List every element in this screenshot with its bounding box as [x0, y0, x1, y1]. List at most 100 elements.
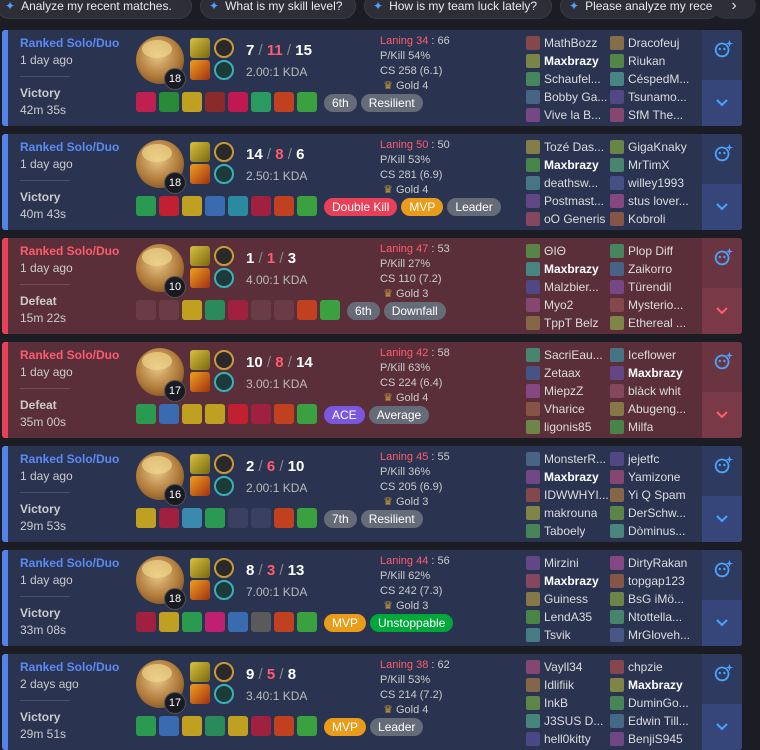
item-icon[interactable]	[274, 196, 294, 216]
summoner-spell-icon[interactable]	[190, 684, 210, 704]
player-row[interactable]: Riukan	[610, 52, 694, 70]
item-icon[interactable]	[228, 92, 248, 112]
player-row[interactable]: Maxbrazy	[526, 156, 610, 174]
match-card[interactable]: Ranked Solo/Duo 1 day ago Victory 40m 43s 18…	[2, 134, 742, 230]
player-row[interactable]: Tozé Das...	[526, 138, 610, 156]
summoner-spell-icon[interactable]	[190, 38, 210, 58]
item-icon[interactable]	[228, 612, 248, 632]
player-row[interactable]: MonsterR...	[526, 450, 610, 468]
player-row[interactable]: Vharice	[526, 400, 610, 418]
item-icon[interactable]	[136, 508, 156, 528]
item-icon[interactable]	[182, 612, 202, 632]
player-row[interactable]: Mirzini	[526, 554, 610, 572]
player-row[interactable]: Tsunamo...	[610, 88, 694, 106]
match-card[interactable]: Ranked Solo/Duo 2 days ago Victory 29m 51s 1…	[2, 654, 742, 750]
summoner-spell-icon[interactable]	[190, 60, 210, 80]
player-row[interactable]: DirtyRakan	[610, 554, 694, 572]
player-row[interactable]: Schaufel...	[526, 70, 610, 88]
player-row[interactable]: CéspedM...	[610, 70, 694, 88]
ai-analyze-icon[interactable]	[712, 246, 734, 268]
ai-analyze-icon[interactable]	[712, 38, 734, 60]
player-row[interactable]: Zetaax	[526, 364, 610, 382]
expand-button[interactable]	[702, 392, 742, 438]
item-icon[interactable]	[159, 716, 179, 736]
item-icon[interactable]	[182, 404, 202, 424]
player-row[interactable]: Yi Q Spam	[610, 486, 694, 504]
item-icon[interactable]	[297, 404, 317, 424]
primary-rune-icon[interactable]	[214, 142, 234, 162]
player-row[interactable]: DuminGo...	[610, 694, 694, 712]
item-icon[interactable]	[205, 92, 225, 112]
item-icon[interactable]	[274, 612, 294, 632]
match-card[interactable]: Ranked Solo/Duo 1 day ago Victory 42m 35s 18…	[2, 30, 742, 126]
item-icon[interactable]	[205, 196, 225, 216]
player-row[interactable]: topgap123	[610, 572, 694, 590]
player-row[interactable]: oO Generis	[526, 210, 610, 228]
expand-button[interactable]	[702, 496, 742, 542]
summoner-spell-icon[interactable]	[190, 476, 210, 496]
secondary-rune-icon[interactable]	[214, 60, 234, 80]
expand-button[interactable]	[702, 704, 742, 750]
player-row[interactable]: Postmast...	[526, 192, 610, 210]
item-icon[interactable]	[251, 92, 271, 112]
summoner-spell-icon[interactable]	[190, 268, 210, 288]
summoner-spell-icon[interactable]	[190, 246, 210, 266]
ai-analyze-icon[interactable]	[712, 350, 734, 372]
summoner-spell-icon[interactable]	[190, 662, 210, 682]
item-icon[interactable]	[297, 196, 317, 216]
player-row[interactable]: ΘΙΘ	[526, 242, 610, 260]
item-icon[interactable]	[297, 716, 317, 736]
player-row[interactable]: stus lover...	[610, 192, 694, 210]
item-icon[interactable]	[159, 612, 179, 632]
expand-button[interactable]	[702, 288, 742, 334]
player-row[interactable]: jejetfc	[610, 450, 694, 468]
item-icon[interactable]	[251, 612, 271, 632]
player-row[interactable]: Vive la B...	[526, 106, 610, 124]
player-row[interactable]: Guiness	[526, 590, 610, 608]
player-row[interactable]: hell0kitty	[526, 730, 610, 748]
item-icon[interactable]	[274, 92, 294, 112]
secondary-rune-icon[interactable]	[214, 164, 234, 184]
secondary-rune-icon[interactable]	[214, 268, 234, 288]
player-row[interactable]: Maxbrazy	[526, 260, 610, 278]
player-row[interactable]: TppT Belz	[526, 314, 610, 332]
player-row[interactable]: Zaikorro	[610, 260, 694, 278]
player-row[interactable]: MathBozz	[526, 34, 610, 52]
item-icon[interactable]	[136, 196, 156, 216]
item-icon[interactable]	[228, 404, 248, 424]
player-row[interactable]: Myo2	[526, 296, 610, 314]
player-row[interactable]: Iceflower	[610, 346, 694, 364]
item-icon[interactable]	[274, 508, 294, 528]
player-row[interactable]: Maxbrazy	[526, 52, 610, 70]
summoner-spell-icon[interactable]	[190, 454, 210, 474]
item-icon[interactable]	[274, 404, 294, 424]
item-icon[interactable]	[182, 300, 202, 320]
item-icon[interactable]	[136, 404, 156, 424]
player-row[interactable]: Maxbrazy	[610, 676, 694, 694]
secondary-rune-icon[interactable]	[214, 580, 234, 600]
item-icon[interactable]	[136, 92, 156, 112]
summoner-spell-icon[interactable]	[190, 558, 210, 578]
player-row[interactable]: ligonis85	[526, 418, 610, 436]
player-row[interactable]: DerSchw...	[610, 504, 694, 522]
suggestion-chip[interactable]: ✦ What is my skill level?	[200, 0, 356, 19]
item-icon[interactable]	[228, 196, 248, 216]
player-row[interactable]: Vayll34	[526, 658, 610, 676]
item-icon[interactable]	[159, 508, 179, 528]
item-icon[interactable]	[297, 300, 317, 320]
expand-button[interactable]	[702, 80, 742, 126]
player-row[interactable]: Ntottella...	[610, 608, 694, 626]
secondary-rune-icon[interactable]	[214, 476, 234, 496]
match-card[interactable]: Ranked Solo/Duo 1 day ago Victory 33m 08s 18…	[2, 550, 742, 646]
item-icon[interactable]	[320, 300, 340, 320]
match-card[interactable]: Ranked Solo/Duo 1 day ago Defeat 15m 22s 10 1…	[2, 238, 742, 334]
primary-rune-icon[interactable]	[214, 350, 234, 370]
item-icon[interactable]	[228, 300, 248, 320]
secondary-rune-icon[interactable]	[214, 684, 234, 704]
item-icon[interactable]	[159, 404, 179, 424]
item-icon[interactable]	[274, 716, 294, 736]
item-icon[interactable]	[205, 300, 225, 320]
item-icon[interactable]	[251, 196, 271, 216]
primary-rune-icon[interactable]	[214, 558, 234, 578]
item-icon[interactable]	[205, 404, 225, 424]
